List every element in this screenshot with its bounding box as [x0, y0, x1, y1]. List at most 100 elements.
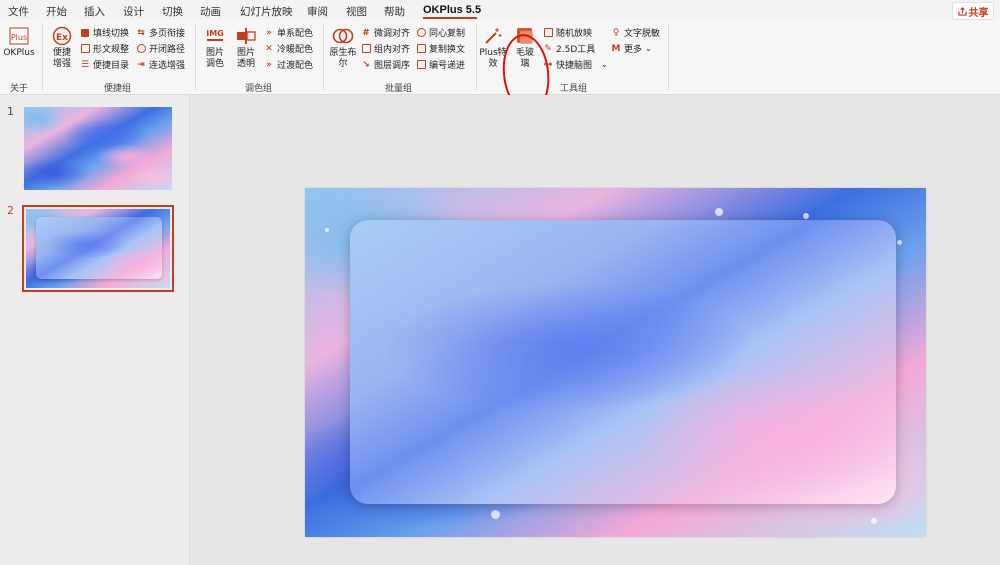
quick-mindmap-button[interactable]: ⊶ 快捷脑图 ⌄ [543, 58, 608, 72]
chevron-down-icon: ⌄ [601, 60, 608, 69]
mic-icon: ♀ [612, 27, 620, 38]
path-icon [136, 44, 146, 54]
slide-number-1: 1 [7, 105, 14, 118]
2-5d-tool-label: 2.5D工具 [556, 45, 596, 55]
shape-text-align-button[interactable]: 形文规整 [80, 42, 129, 55]
group-align-label: 组内对齐 [374, 45, 411, 55]
slide-thumbnail-2[interactable] [22, 205, 174, 292]
fine-align-label: 微调对齐 [374, 29, 411, 39]
2-5d-tool-button[interactable]: ✎ 2.5D工具 [543, 42, 596, 56]
img-icon: IMG [204, 26, 226, 46]
svg-text:IMG: IMG [206, 29, 224, 38]
tab-insert[interactable]: 插入 [84, 4, 105, 19]
tab-home[interactable]: 开始 [46, 4, 67, 19]
tab-okplus[interactable]: OKPlus 5.5 [423, 4, 481, 16]
layer-order-label: 图层调序 [374, 61, 411, 71]
convenience-enhance-label: 便捷 增强 [52, 48, 71, 69]
text-desensitize-button[interactable]: ♀ 文字脱敏 [611, 26, 661, 40]
native-boolean-label: 原生布 尔 [329, 48, 357, 69]
tab-review[interactable]: 审阅 [307, 4, 328, 19]
select-icon: ⇥ [137, 59, 145, 70]
fine-align-button[interactable]: # 微调对齐 [361, 26, 411, 40]
gradient-color-button[interactable]: » 过渡配色 [264, 58, 314, 72]
layer-order-button[interactable]: ↘ 图层调序 [361, 58, 411, 72]
quick-mindmap-label: 快捷脑图 [556, 61, 593, 71]
multi-page-link-button[interactable]: ⇆ 多页衔接 [136, 26, 186, 40]
group-divider [195, 24, 196, 90]
svg-text:Ex: Ex [56, 33, 68, 43]
mono-color-button[interactable]: » 单系配色 [264, 26, 314, 40]
image-transparency-button[interactable]: 图片 透明 [233, 26, 259, 70]
tab-help[interactable]: 帮助 [384, 4, 405, 19]
concentric-copy-button[interactable]: 同心复制 [416, 26, 465, 39]
quick-toc-label: 便捷目录 [93, 61, 130, 71]
grid-align-icon: # [362, 27, 370, 38]
menu-tab-bar: 文件 开始 插入 设计 切换 动画 幻灯片放映 审阅 视图 帮助 OKPlus … [0, 0, 1000, 20]
bubble-decoration [897, 240, 902, 245]
group-align-button[interactable]: 组内对齐 [361, 42, 410, 55]
multi-page-link-label: 多页衔接 [149, 29, 186, 39]
boolean-circles-icon [332, 26, 354, 46]
share-icon [957, 6, 967, 16]
group-label-batch: 批量组 [385, 84, 413, 94]
group-divider [42, 24, 43, 90]
open-close-path-label: 开闭路径 [149, 45, 186, 55]
text-desensitize-label: 文字脱敏 [624, 29, 661, 39]
multi-select-enhance-button[interactable]: ⇥ 连选增强 [136, 58, 186, 72]
slideshow-icon [543, 28, 553, 38]
concentric-copy-label: 同心复制 [429, 29, 466, 39]
svg-text:Plus: Plus [11, 33, 27, 42]
more-label: 更多 [624, 45, 643, 55]
warm-cool-color-button[interactable]: ✕ 冷暖配色 [264, 42, 314, 56]
tab-file[interactable]: 文件 [8, 4, 29, 19]
fill-line-switch-button[interactable]: 填线切换 [80, 26, 129, 39]
share-button[interactable]: 共享 [952, 2, 994, 20]
slide-canvas[interactable] [305, 188, 926, 537]
tab-transitions[interactable]: 切换 [162, 4, 183, 19]
bubble-decoration [715, 208, 723, 216]
slide-number-2: 2 [7, 204, 14, 217]
image-transparency-label: 图片 透明 [236, 48, 255, 69]
chevron-double-right-icon: » [266, 59, 272, 70]
random-play-button[interactable]: 随机放映 [543, 26, 592, 39]
frosted-glass-panel[interactable] [350, 220, 896, 504]
tab-slideshow[interactable]: 幻灯片放映 [240, 4, 293, 19]
thumbnail-glass-panel [36, 217, 162, 279]
convenience-enhance-button[interactable]: Ex 便捷 增强 [50, 26, 74, 70]
group-divider [323, 24, 324, 90]
image-color-button[interactable]: IMG 图片 调色 [202, 26, 228, 70]
copy-replace-text-label: 复制换文 [429, 45, 466, 55]
fill-square-icon [80, 28, 90, 38]
ex-icon: Ex [51, 26, 73, 46]
bubble-decoration [803, 213, 809, 219]
group-divider [476, 24, 477, 90]
slide-thumbnail-1[interactable] [24, 107, 172, 190]
okplus-about-button[interactable]: Plus OKPlus [3, 26, 35, 59]
tab-animations[interactable]: 动画 [200, 4, 221, 19]
group-divider [668, 24, 669, 90]
tab-view[interactable]: 视图 [346, 4, 367, 19]
copy-replace-text-button[interactable]: 复制换文 [416, 42, 465, 55]
number-increment-button[interactable]: 编号递进 [416, 58, 465, 71]
more-button[interactable]: M 更多 ⌄ [611, 42, 652, 56]
number-increment-label: 编号递进 [429, 61, 466, 71]
okplus-logo-icon: Plus [8, 26, 30, 46]
multi-select-enhance-label: 连选增强 [149, 61, 186, 71]
bubble-decoration [871, 518, 877, 524]
native-boolean-button[interactable]: 原生布 尔 [328, 26, 358, 70]
quick-toc-button[interactable]: ☰ 便捷目录 [80, 58, 130, 72]
warm-cool-color-label: 冷暖配色 [277, 45, 314, 55]
group-label-about: 关于 [10, 84, 29, 94]
slide-thumbnail-pane: 1 2 [0, 95, 190, 565]
image-color-label: 图片 调色 [205, 48, 224, 69]
number-icon [416, 60, 426, 70]
bubble-decoration [325, 228, 329, 232]
magic-wand-icon [482, 26, 504, 46]
gradient-color-label: 过渡配色 [277, 61, 314, 71]
pages-icon: ⇆ [137, 27, 145, 38]
open-close-path-button[interactable]: 开闭路径 [136, 42, 185, 55]
mono-color-label: 单系配色 [277, 29, 314, 39]
pencil-icon: ✎ [544, 43, 552, 54]
tab-design[interactable]: 设计 [123, 4, 144, 19]
chevron-double-down-icon: » [266, 27, 272, 38]
